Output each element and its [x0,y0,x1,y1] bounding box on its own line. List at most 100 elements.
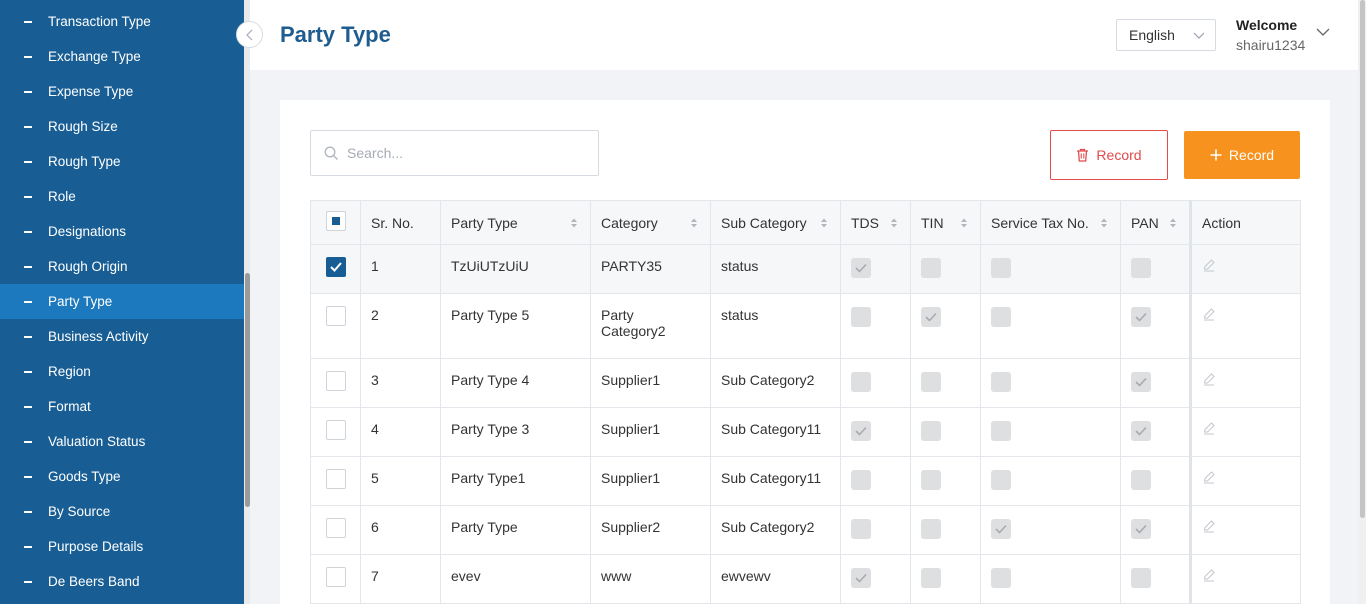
sidebar-item-label: Designations [48,224,127,239]
row-checkbox[interactable] [326,306,346,326]
row-checkbox[interactable] [326,371,346,391]
sidebar-item-by-source[interactable]: By Source [0,494,244,529]
dash-icon [24,266,32,268]
plus-icon [1210,149,1222,161]
edit-icon[interactable] [1202,519,1216,536]
edit-icon[interactable] [1202,307,1216,324]
row-checkbox[interactable] [326,469,346,489]
sr-no-cell: 2 [360,293,441,359]
tin-checkbox [921,470,941,490]
tin-cell [910,358,981,408]
column-header-sub-category[interactable]: Sub Category [710,200,841,245]
edit-icon[interactable] [1202,568,1216,585]
pan-checkbox [1131,421,1151,441]
sidebar-item-party-type[interactable]: Party Type [0,284,244,319]
column-header-tds[interactable]: TDS [840,200,911,245]
add-record-button[interactable]: Record [1184,131,1300,179]
service-tax-cell [980,456,1121,506]
tin-cell [910,407,981,457]
sidebar-item-goods-type[interactable]: Goods Type [0,459,244,494]
column-header-tin[interactable]: TIN [910,200,981,245]
party-type-cell: Party Type 5 [440,293,591,359]
sidebar-scrollbar-thumb[interactable] [245,273,250,507]
table-row[interactable]: 4 Party Type 3 Supplier1 Sub Category11 [310,407,1301,457]
tin-checkbox [921,258,941,278]
category-cell: Supplier1 [590,456,711,506]
table-row[interactable]: 1 TzUiUTzUiU PARTY35 status [310,244,1301,294]
column-header-party-type[interactable]: Party Type [440,200,591,245]
table-row[interactable]: 5 Party Type1 Supplier1 Sub Category11 [310,456,1301,506]
action-cell [1189,456,1301,506]
sidebar-item-purpose-details[interactable]: Purpose Details [0,529,244,564]
tds-checkbox [851,470,871,490]
sidebar-item-rough-size[interactable]: Rough Size [0,109,244,144]
pan-checkbox [1131,470,1151,490]
sidebar-item-region[interactable]: Region [0,354,244,389]
row-select-cell [310,244,361,294]
column-header-pan[interactable]: PAN [1120,200,1191,245]
dash-icon [24,511,32,513]
sort-icon[interactable] [1169,216,1177,232]
sidebar-item-expense-type[interactable]: Expense Type [0,74,244,109]
language-select[interactable]: English [1116,19,1216,51]
sidebar-collapse-button[interactable] [236,21,263,48]
row-checkbox[interactable] [326,567,346,587]
action-cell [1189,358,1301,408]
user-menu-chevron-icon[interactable] [1316,26,1330,38]
sidebar: Transaction Type Exchange Type Expense Typ… [0,0,244,604]
sidebar-item-designations[interactable]: Designations [0,214,244,249]
edit-icon[interactable] [1202,372,1216,389]
table-row[interactable]: 3 Party Type 4 Supplier1 Sub Category2 [310,358,1301,408]
sidebar-item-label: By Source [48,504,111,519]
sidebar-item-label: Transaction Type [48,14,151,29]
select-all-checkbox[interactable] [326,210,346,231]
sidebar-item-format[interactable]: Format [0,389,244,424]
sort-icon[interactable] [960,216,968,232]
column-header-label: TDS [851,214,879,231]
row-checkbox[interactable] [326,518,346,538]
sidebar-item-business-activity[interactable]: Business Activity [0,319,244,354]
sidebar-item-exchange-type[interactable]: Exchange Type [0,39,244,74]
sidebar-item-rough-origin[interactable]: Rough Origin [0,249,244,284]
dash-icon [24,441,32,443]
chevron-left-icon [245,29,252,40]
sort-icon[interactable] [570,216,578,232]
sort-icon[interactable] [890,216,898,232]
row-checkbox[interactable] [326,257,346,277]
column-header-category[interactable]: Category [590,200,711,245]
sort-icon[interactable] [1100,216,1108,232]
row-checkbox[interactable] [326,420,346,440]
pan-cell [1120,293,1191,359]
sort-icon[interactable] [820,216,828,232]
sidebar-item-role[interactable]: Role [0,179,244,214]
sidebar-item-rough-type[interactable]: Rough Type [0,144,244,179]
edit-icon[interactable] [1202,258,1216,275]
search-input[interactable] [347,141,587,165]
sr-no-cell: 7 [360,554,441,604]
sub-category-cell: status [710,293,841,359]
sidebar-item-de-beers-band[interactable]: De Beers Band [0,564,244,599]
tin-cell [910,554,981,604]
sub-category-cell: Sub Category2 [710,505,841,555]
edit-icon[interactable] [1202,421,1216,438]
tds-checkbox [851,258,871,278]
sr-no-cell: 5 [360,456,441,506]
table-row[interactable]: 2 Party Type 5 Party Category2 status [310,293,1301,359]
edit-icon[interactable] [1202,470,1216,487]
table-row[interactable]: 7 evev www ewvewv [310,554,1301,604]
pan-checkbox [1131,372,1151,392]
service-tax-checkbox [991,421,1011,441]
table-row[interactable]: 6 Party Type Supplier2 Sub Category2 [310,505,1301,555]
tin-checkbox [921,372,941,392]
row-select-cell [310,293,361,359]
sidebar-item-transaction-type[interactable]: Transaction Type [0,4,244,39]
page-scrollbar-thumb[interactable] [1360,0,1365,518]
sidebar-item-valuation-status[interactable]: Valuation Status [0,424,244,459]
tds-cell [840,505,911,555]
sort-icon[interactable] [690,216,698,232]
category-cell: Party Category2 [590,293,711,359]
pan-cell [1120,456,1191,506]
category-cell: PARTY35 [590,244,711,294]
column-header-service-tax-no[interactable]: Service Tax No. [980,200,1121,245]
delete-record-button[interactable]: Record [1050,130,1168,180]
